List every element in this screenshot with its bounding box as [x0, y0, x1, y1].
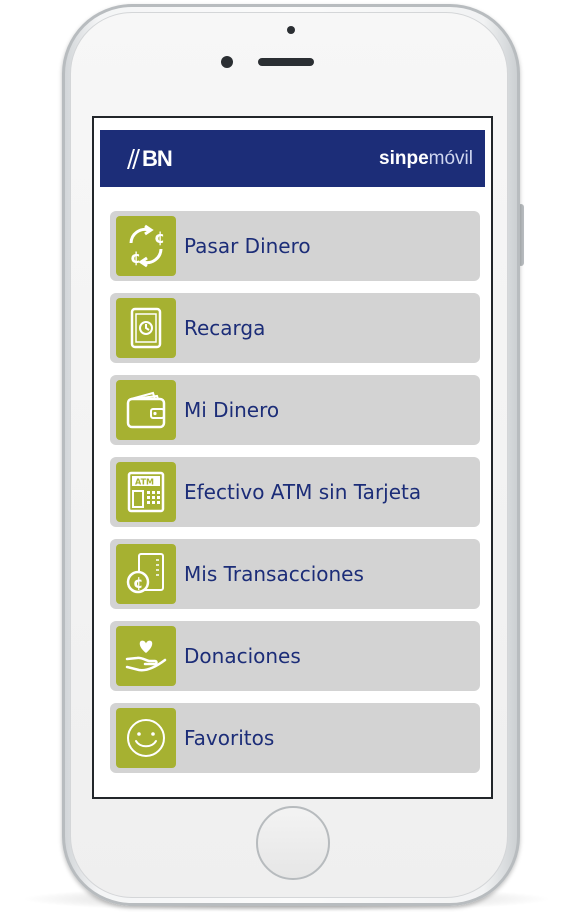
home-button[interactable] [256, 806, 330, 880]
menu-item-label: Pasar Dinero [184, 234, 311, 258]
earpiece-speaker [258, 58, 314, 66]
menu-item-label: Favoritos [184, 726, 275, 750]
transactions-icon: ¢ [116, 544, 176, 604]
menu-item-label: Mis Transacciones [184, 562, 364, 586]
main-menu: ¢ ¢ Pasar Dinero Recarga Mi Dinero ATM E… [100, 195, 485, 791]
menu-item-label: Donaciones [184, 644, 301, 668]
bn-logo: BN [124, 145, 173, 172]
menu-item-recarga[interactable]: Recarga [110, 293, 480, 363]
svg-text:ATM: ATM [135, 478, 154, 487]
menu-item-label: Recarga [184, 316, 266, 340]
app-header: BN sinpemóvil [100, 130, 485, 187]
menu-item-favoritos[interactable]: Favoritos [110, 703, 480, 773]
svg-text:¢: ¢ [130, 248, 141, 267]
brand-bold: sinpe [379, 147, 429, 169]
brand-light: móvil [428, 147, 473, 169]
proximity-sensor [287, 26, 295, 34]
donation-hand-heart-icon [116, 626, 176, 686]
sinpe-movil-logo: sinpemóvil [379, 148, 473, 170]
front-camera [221, 56, 233, 68]
bn-logo-mark-icon [127, 148, 140, 169]
menu-item-label: Efectivo ATM sin Tarjeta [184, 480, 422, 504]
phone-recharge-icon [116, 298, 176, 358]
menu-item-donaciones[interactable]: Donaciones [110, 621, 480, 691]
atm-icon: ATM [116, 462, 176, 522]
svg-text:¢: ¢ [133, 574, 143, 592]
menu-item-mis-transacciones[interactable]: ¢ Mis Transacciones [110, 539, 480, 609]
menu-item-pasar-dinero[interactable]: ¢ ¢ Pasar Dinero [110, 211, 480, 281]
phone-screen: BN sinpemóvil ¢ ¢ Pasar Dinero Recarga M… [92, 116, 493, 799]
transfer-colones-icon: ¢ ¢ [116, 216, 176, 276]
menu-item-efectivo-atm[interactable]: ATM Efectivo ATM sin Tarjeta [110, 457, 480, 527]
smiley-icon [116, 708, 176, 768]
wallet-icon [116, 380, 176, 440]
svg-text:¢: ¢ [154, 228, 165, 247]
menu-item-label: Mi Dinero [184, 398, 280, 422]
menu-item-mi-dinero[interactable]: Mi Dinero [110, 375, 480, 445]
bn-logo-text: BN [142, 145, 173, 171]
